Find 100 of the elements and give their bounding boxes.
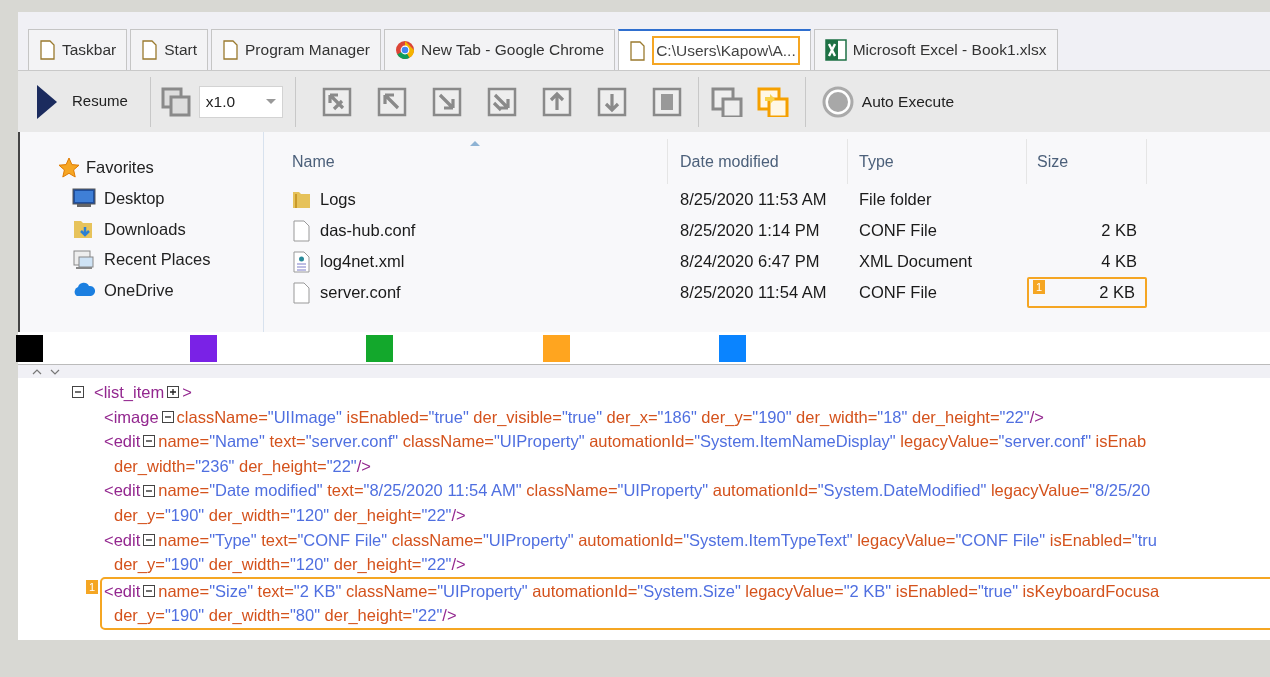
- xml-attribute: text=: [326, 480, 364, 502]
- xml-value: "236": [195, 455, 235, 477]
- xml-value: "8/25/20: [1089, 480, 1151, 502]
- xml-value: "Name": [209, 431, 265, 453]
- color-swatch[interactable]: [366, 334, 393, 362]
- type-cell-text: CONF File: [858, 282, 938, 304]
- tab[interactable]: Taskbar: [28, 29, 128, 70]
- file-row[interactable]: das-hub.conf 8/25/2020 1:14 PM CONF File 2 KB: [264, 215, 1270, 246]
- nav-item[interactable]: Desktop: [104, 185, 165, 211]
- xml-value: "18": [877, 406, 908, 428]
- xml-tag: <edit: [104, 478, 141, 503]
- xml-value: "UIProperty": [437, 580, 528, 602]
- date-cell-text: 8/25/2020 11:53 AM: [679, 189, 828, 211]
- xml-value: "2 KB": [843, 580, 892, 602]
- xml-tag: />: [451, 552, 466, 577]
- nav-item[interactable]: Downloads: [104, 216, 186, 242]
- caret-icon: [265, 99, 276, 104]
- xml-attribute: der_y=: [114, 504, 165, 526]
- xml-tag: />: [451, 502, 466, 528]
- arrow-up-left-button[interactable]: [321, 86, 352, 117]
- xml-attribute: der_width=: [207, 554, 290, 576]
- xml-attribute: automationId=: [588, 431, 695, 453]
- arrow-down-button[interactable]: [596, 86, 627, 117]
- collapse-icon[interactable]: [143, 533, 156, 546]
- tab[interactable]: C:\Users\Kapow\A...: [618, 29, 811, 70]
- xml-attribute: der_visible=: [472, 406, 562, 428]
- browser-icon: [394, 40, 415, 60]
- collapse-icon[interactable]: [143, 435, 156, 448]
- xml-attribute: legacyValue=: [899, 431, 999, 453]
- file-icon: [292, 219, 312, 242]
- file-name: Logs: [320, 189, 356, 211]
- date-cell-text: 8/25/2020 11:54 AM: [679, 282, 828, 304]
- tab[interactable]: Start: [130, 29, 208, 70]
- expand-icon[interactable]: [167, 386, 180, 399]
- nav-item[interactable]: OneDrive: [104, 278, 174, 303]
- color-swatch[interactable]: [190, 334, 217, 362]
- tab[interactable]: Microsoft Excel - Book1.xlsx: [813, 29, 1058, 70]
- arrow-up-button[interactable]: [541, 86, 572, 117]
- arrow-up-left-icon: [321, 86, 352, 117]
- type-cell-text: File folder: [858, 189, 933, 211]
- xml-value: "UIProperty": [482, 529, 574, 551]
- overlap-button[interactable]: [160, 86, 191, 117]
- xml-value: "Size": [209, 580, 253, 602]
- page-icon: [141, 40, 159, 60]
- file-icon: [292, 281, 312, 304]
- arrow-down-right-icon: [486, 86, 517, 117]
- collapse-icon[interactable]: [143, 585, 156, 598]
- date-cell-text: 8/25/2020 1:14 PM: [679, 220, 821, 242]
- highlight-badge: 1: [1033, 280, 1046, 294]
- column-header[interactable]: Type: [848, 139, 1027, 184]
- nav-item[interactable]: Recent Places: [104, 247, 211, 272]
- overlap-icon: [160, 86, 191, 117]
- xml-attribute: der_y=: [114, 554, 165, 576]
- tab[interactable]: New Tab - Google Chrome: [383, 29, 616, 70]
- scroll-up-icon[interactable]: [32, 368, 42, 375]
- window-button[interactable]: [756, 86, 789, 117]
- resume-button[interactable]: Resume: [18, 71, 150, 132]
- arrow-down-right-button[interactable]: [431, 86, 462, 117]
- xml-value: "190": [752, 406, 792, 428]
- color-swatch[interactable]: [543, 334, 570, 362]
- xml-attribute: isKeyboardFocusa: [1021, 580, 1160, 602]
- collapse-icon[interactable]: [143, 484, 156, 497]
- collapse-icon[interactable]: [72, 386, 84, 399]
- xml-attribute: isEnabled=: [894, 580, 978, 602]
- file-row[interactable]: server.conf 8/25/2020 11:54 AM CONF File 1 2 KB: [264, 277, 1270, 308]
- collapse-icon[interactable]: [161, 410, 174, 423]
- speed-dropdown[interactable]: x1.0: [198, 85, 283, 118]
- page-icon: [222, 40, 239, 60]
- xml-attribute: name=: [158, 529, 210, 551]
- page-button[interactable]: [651, 86, 682, 117]
- file-row[interactable]: log4net.xml 8/24/2020 6:47 PM XML Document 4 KB: [264, 246, 1270, 277]
- xml-attribute: automationId=: [577, 529, 684, 551]
- xml-value: "true": [428, 406, 469, 428]
- xml-value: "80": [289, 605, 320, 627]
- xml-attribute: className=: [401, 431, 494, 453]
- scroll-down-icon[interactable]: [50, 368, 60, 375]
- xml-attribute: isEnabled=: [1048, 529, 1132, 551]
- xml-attribute: der_width=: [114, 455, 196, 477]
- xml-value: "8/25/2020 11:54 AM": [363, 480, 522, 502]
- xml-attribute: legacyValue=: [989, 480, 1090, 502]
- xml-tag: />: [356, 453, 371, 479]
- sort-arrow-icon: [470, 141, 480, 146]
- nav-heading[interactable]: Favorites: [86, 155, 154, 180]
- xml-attribute: isEnab: [1094, 431, 1147, 453]
- file-row[interactable]: Logs 8/25/2020 11:53 AM File folder: [264, 184, 1270, 215]
- xml-attribute: className=: [525, 480, 618, 502]
- column-header[interactable]: Date modified: [668, 139, 848, 184]
- color-swatch[interactable]: [16, 334, 43, 362]
- arrow-down-right-button[interactable]: [486, 86, 517, 117]
- color-swatch[interactable]: [719, 334, 746, 362]
- xml-value: "190": [164, 605, 205, 627]
- xml-attribute: der_width=: [795, 406, 878, 428]
- xml-value: "System.ItemTypeText": [683, 529, 853, 551]
- type-cell-text: CONF File: [858, 220, 938, 242]
- arrow-up-left-button[interactable]: [376, 86, 407, 117]
- xml-value: "120": [289, 504, 330, 526]
- window-button[interactable]: [710, 86, 743, 117]
- auto-execute-toggle[interactable]: Auto Execute: [821, 85, 955, 118]
- tab[interactable]: Program Manager: [211, 29, 381, 70]
- column-header[interactable]: Size: [1027, 139, 1147, 184]
